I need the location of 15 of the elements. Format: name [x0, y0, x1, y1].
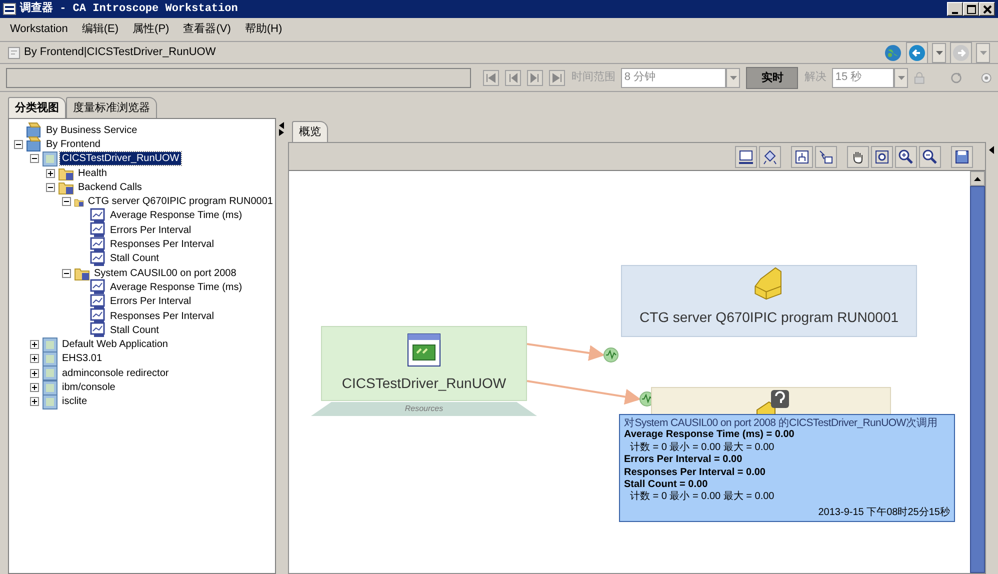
node-label: CTG server Q670IPIC program RUN0001: [639, 308, 899, 327]
tooltip-line: Responses Per Interval = 0.00: [624, 466, 766, 480]
node-footer: Resources: [311, 402, 537, 416]
time-range-label: 时间范围: [571, 70, 616, 86]
tooltip-line: 计数 = 0 最小 = 0.00 最大 = 0.00: [629, 491, 776, 504]
window-title: 调查器 - CA Introscope Workstation: [20, 0, 238, 17]
tooltip-line: 计数 = 0 最小 = 0.00 最大 = 0.00: [629, 442, 776, 454]
tooltip-title: 对System CAUSIL00 on port 2008 的CICSTestDriver_RunUOW次调用: [624, 417, 939, 430]
tooltip-line: Stall Count = 0.00: [624, 479, 709, 490]
tooltip-line: Errors Per Interval = 0.00: [624, 454, 744, 467]
breadcrumb-path: By Frontend|CICSTestDriver_RunUOW: [24, 45, 216, 60]
node-label: CICSTestDriver_RunUOW: [342, 374, 506, 393]
timestamp: 2013-9-15 下午08时25分15秒: [817, 506, 950, 520]
tooltip-line: Average Response Time (ms) = 0.00: [624, 429, 796, 442]
resolution-label: 解决: [804, 70, 826, 86]
